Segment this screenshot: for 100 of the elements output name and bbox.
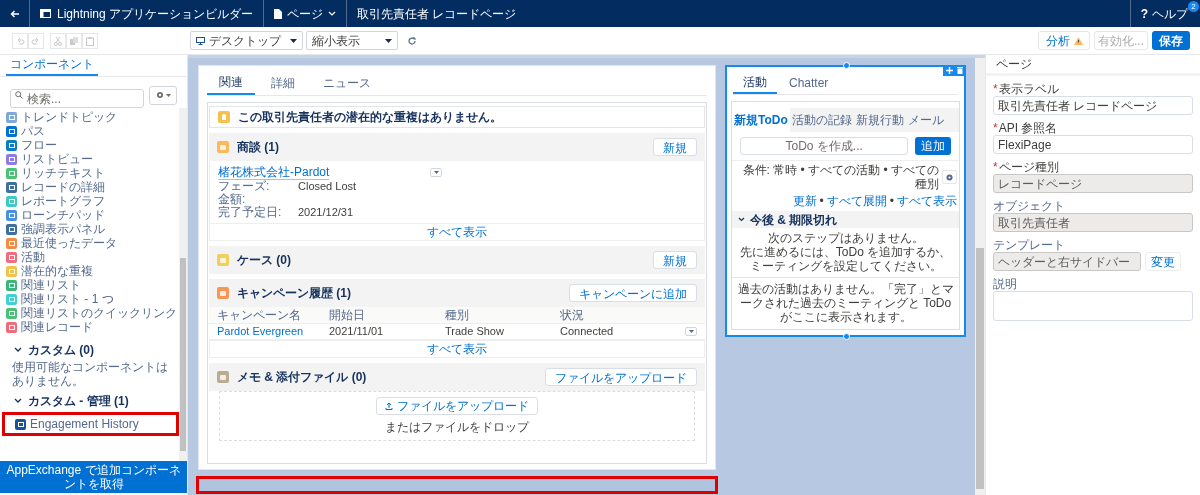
component-item[interactable]: トレンドトピック: [0, 110, 179, 124]
card-action-button[interactable]: キャンペーンに追加: [569, 284, 697, 302]
field-label: *ページ種別: [993, 159, 1060, 174]
app-builder-icon: [40, 9, 51, 18]
field-label: フェーズ:: [218, 180, 271, 193]
timeline-section-toggle[interactable]: 今後 & 期限切れ: [732, 211, 959, 228]
scrollbar[interactable]: [975, 58, 985, 495]
chevron-down-icon: [14, 347, 22, 353]
caret-icon: [688, 330, 694, 333]
card-action-button[interactable]: ファイルをアップロード: [545, 368, 697, 386]
upload-icon: [385, 401, 393, 410]
view-all-link[interactable]: すべて表示: [427, 340, 487, 358]
activity-tab[interactable]: 活動: [733, 72, 777, 94]
back-arrow-icon: [9, 9, 20, 18]
card-action-button[interactable]: 新規: [653, 138, 697, 156]
caret-icon: [290, 38, 297, 43]
clipboard-button[interactable]: [82, 32, 98, 49]
scrollbar[interactable]: [179, 108, 187, 461]
component-item[interactable]: レコードの詳細: [0, 180, 179, 194]
component-item[interactable]: リストビュー: [0, 152, 179, 166]
separator-dot: •: [819, 192, 824, 210]
past-activity-message: 過去の活動はありません。「完了」とマークされた過去のミーティングと ToDo がここに表示されます。: [736, 281, 955, 324]
settings-icon: [946, 173, 953, 181]
field-label: *API 参照名: [993, 120, 1059, 135]
activity-subtab[interactable]: 新規ToDo: [732, 108, 790, 132]
table-cell-text: Connected: [560, 324, 615, 340]
field-label: 金額:: [218, 193, 247, 206]
activity-subtab[interactable]: 新規行動: [853, 108, 906, 132]
column-header: 種別: [445, 307, 470, 324]
filter-settings-button[interactable]: [942, 170, 957, 184]
task-input[interactable]: ToDo を作成...: [740, 137, 909, 155]
component-item[interactable]: 関連リスト: [0, 278, 179, 292]
text-field[interactable]: 取引先責任者 レコードページ: [993, 96, 1193, 115]
app-title: Lightning アプリケーションビルダー: [57, 5, 254, 23]
record-link[interactable]: 楮花株式会社-Pardot: [218, 165, 330, 180]
component-item[interactable]: 関連リストのクイックリンク: [0, 306, 179, 320]
activity-tab[interactable]: Chatter: [779, 72, 839, 94]
section-toggle[interactable]: カスタム - 管理 (1): [0, 393, 129, 409]
activity-subtab[interactable]: メール: [905, 108, 946, 132]
filter-text: 条件: 常時 • すべての活動 • すべての種別: [741, 163, 939, 191]
component-item[interactable]: リッチテキスト: [0, 166, 179, 180]
device-select[interactable]: デスクトップ: [190, 31, 303, 50]
search-field[interactable]: 検索...: [10, 89, 145, 108]
column-header: 開始日: [329, 307, 366, 324]
component-item[interactable]: 潜在的な重複: [0, 264, 179, 278]
activity-link[interactable]: 更新: [792, 191, 817, 210]
appexchange-button[interactable]: AppExchange で追加コンポーネントを取得: [0, 461, 187, 493]
field-label: 完了予定日:: [218, 206, 283, 219]
components-tab[interactable]: コンポーネント: [6, 54, 98, 76]
component-item[interactable]: 活動: [0, 250, 179, 264]
component-item[interactable]: Engagement History: [2, 412, 179, 436]
record-tab[interactable]: 詳細: [259, 71, 307, 95]
view-all-link[interactable]: すべて表示: [427, 223, 487, 241]
panel-title: ページ: [996, 56, 1032, 73]
move-button[interactable]: [945, 66, 953, 75]
caret-icon: [165, 93, 171, 97]
next-steps-message: 次のステップはありません。: [766, 231, 925, 245]
component-item[interactable]: 強調表示パネル: [0, 222, 179, 236]
undo-icon: [15, 35, 25, 46]
field-value: Closed Lost: [298, 180, 357, 193]
upload-button[interactable]: ファイルをアップロード: [376, 396, 538, 415]
refresh-button[interactable]: [406, 34, 418, 47]
field-label: テンプレート: [993, 237, 1066, 252]
caret-icon: [433, 171, 439, 174]
card-title: メモ & 添付ファイル (0): [237, 369, 368, 386]
section-toggle[interactable]: カスタム (0): [0, 342, 94, 358]
campaign-link[interactable]: Pardot Evergreen: [217, 323, 329, 340]
component-item[interactable]: 最近使ったデータ: [0, 236, 179, 250]
activity-subtab[interactable]: 活動の記録: [789, 108, 854, 132]
resize-handle[interactable]: [843, 333, 850, 340]
delete-button[interactable]: [956, 66, 964, 75]
text-field[interactable]: FlexiPage: [993, 135, 1193, 154]
row-menu-button[interactable]: [685, 327, 697, 336]
column-header: キャンペーン名: [217, 307, 302, 324]
component-item[interactable]: パス: [0, 124, 179, 138]
scissors-icon: [53, 35, 63, 46]
component-item[interactable]: 関連リスト - 1 つ: [0, 292, 179, 306]
row-menu-button[interactable]: [430, 168, 442, 177]
notification-badge: 2: [1188, 1, 1199, 12]
record-tab[interactable]: 関連: [207, 71, 255, 95]
analyze-button[interactable]: 分析: [1038, 31, 1090, 50]
record-page-title: 取引先責任者 レコードページ: [356, 5, 518, 23]
activity-link[interactable]: すべて展開: [826, 191, 887, 210]
activity-link[interactable]: すべて表示: [897, 191, 957, 210]
add-button[interactable]: 追加: [915, 137, 951, 155]
component-item[interactable]: レポートグラフ: [0, 194, 179, 208]
zoom-select[interactable]: 縮小表示: [306, 31, 398, 50]
resize-handle[interactable]: [843, 62, 850, 69]
settings-button[interactable]: [149, 85, 177, 105]
duplicates-message: この取引先責任者の潜在的な重複はありません。: [238, 109, 502, 126]
record-tab[interactable]: ニュース: [311, 71, 383, 95]
search-icon: [15, 90, 23, 99]
move-icon: [945, 67, 953, 74]
component-item[interactable]: フロー: [0, 138, 179, 152]
card-action-button[interactable]: 新規: [653, 251, 697, 269]
redo-icon: [31, 35, 41, 46]
save-button[interactable]: 保存: [1152, 31, 1190, 50]
component-item[interactable]: 関連レコード: [0, 320, 179, 334]
component-item[interactable]: ローンチパッド: [0, 208, 179, 222]
chevron-down-icon: [738, 217, 745, 222]
